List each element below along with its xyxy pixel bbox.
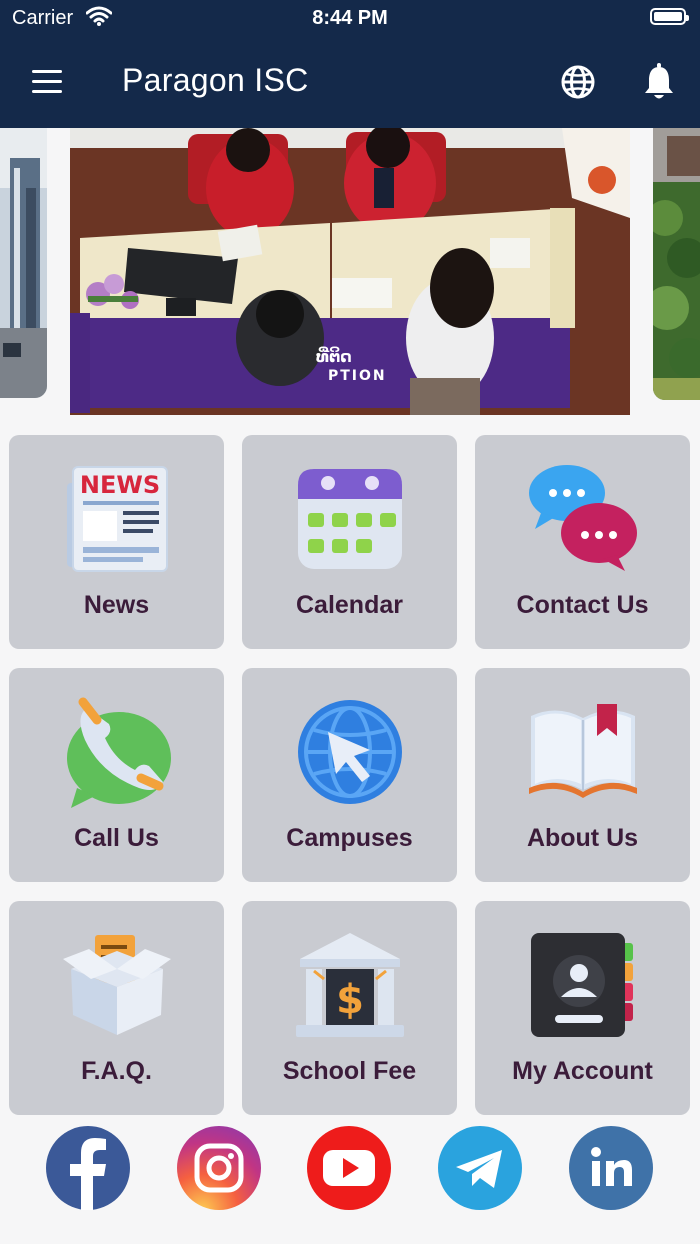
status-bar: Carrier 8:44 PM [0,0,700,36]
facebook-button[interactable] [46,1126,130,1210]
news-tile[interactable]: NEWS News [9,435,224,649]
calendar-label: Calendar [296,591,403,619]
telegram-button[interactable] [438,1126,522,1210]
campuses-label: Campuses [286,824,413,852]
my-account-label: My Account [512,1057,653,1085]
linkedin-icon [591,1147,632,1186]
chat-bubbles-icon [528,465,637,571]
instagram-icon [194,1143,244,1193]
calendar-tile[interactable]: Calendar [242,435,457,649]
call-us-tile[interactable]: Call Us [9,668,224,882]
news-icon-text: NEWS [79,471,159,499]
about-us-tile[interactable]: About Us [475,668,690,882]
svg-text:$: $ [336,977,364,1023]
notification-bell-icon[interactable] [642,62,676,102]
language-globe-icon[interactable] [560,64,596,100]
newspaper-icon: NEWS [66,466,168,572]
address-book-icon [530,933,633,1037]
about-us-label: About Us [526,824,639,852]
globe-cursor-icon [297,700,402,804]
clock: 8:44 PM [312,7,388,29]
image-carousel[interactable]: ທີ່ຕິດ PTION [0,128,700,416]
bank-dollar-icon: $ [295,933,404,1037]
page-title: Paragon ISC [122,62,309,98]
campuses-tile[interactable]: Campuses [242,668,457,882]
youtube-icon [323,1150,375,1186]
contact-us-tile[interactable]: Contact Us [475,435,690,649]
app-header: Carrier 8:44 PM Paragon ISC [0,0,700,128]
sign-text-bottom: PTION [328,368,387,384]
box-icon [62,935,171,1035]
contact-us-label: Contact Us [516,591,649,619]
phone-icon [66,697,171,808]
open-book-icon [528,704,637,798]
school-fee-tile[interactable]: $ School Fee [242,901,457,1115]
hamburger-menu-button[interactable] [30,66,66,96]
instagram-button[interactable] [177,1126,261,1210]
news-label: News [83,591,150,619]
linkedin-button[interactable] [569,1126,653,1210]
calendar-icon [297,469,402,569]
my-account-tile[interactable]: My Account [475,901,690,1115]
facebook-icon [70,1138,106,1210]
carousel-prev-slide[interactable] [0,128,47,398]
telegram-icon [456,1150,502,1188]
carousel-next-slide[interactable] [653,128,700,400]
school-fee-label: School Fee [282,1057,417,1085]
faq-label: F.A.Q. [81,1057,152,1085]
carousel-current-slide[interactable]: ທີ່ຕິດ PTION [70,128,630,415]
faq-tile[interactable]: F.A.Q. [9,901,224,1115]
youtube-button[interactable] [307,1126,391,1210]
sign-text-top: ທີ່ຕິດ [316,346,352,366]
battery-icon [650,8,689,25]
call-us-label: Call Us [74,824,159,852]
